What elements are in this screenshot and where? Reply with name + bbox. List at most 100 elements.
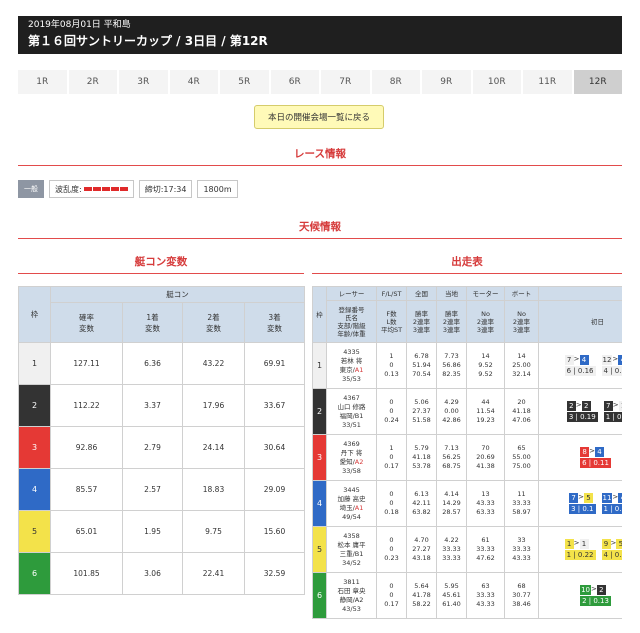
national-rate: 4.70 27.27 43.18 — [406, 526, 437, 573]
race-tab-2r[interactable]: 2R — [68, 70, 117, 94]
race-title: 第１６回サントリーカップ / 3日目 / 第12R — [28, 34, 268, 48]
value-cell: 1.95 — [122, 510, 183, 553]
local-rate-value: 56.86 — [442, 361, 461, 369]
distance-chip: 1800m — [197, 180, 238, 198]
deadline-chip: 締切:17:34 — [138, 180, 193, 198]
national-rate: 5.06 27.37 51.58 — [406, 388, 437, 435]
fl-st: 1 0 0.17 — [376, 434, 407, 481]
racer-reg: 3445 — [343, 485, 360, 494]
race-tab-4r[interactable]: 4R — [169, 70, 218, 94]
sub-header: 登録番号 氏名 支部/階級 年齢/体重 — [326, 300, 377, 343]
racer-reg: 4358 — [343, 531, 360, 540]
race-info-title: レース情報 — [294, 148, 346, 160]
race-tab-5r[interactable]: 5R — [220, 70, 269, 94]
racer-cell: 3445 加藤 高史 埼玉/A1 49/54 — [326, 480, 377, 527]
race-tab-12r[interactable]: 12R — [573, 70, 622, 94]
fl-st-value: 0.23 — [384, 554, 399, 562]
fl-st-value: 0.13 — [384, 370, 399, 378]
boat-rate-value: 47.06 — [512, 416, 531, 424]
race-tab-10r[interactable]: 10R — [472, 70, 521, 94]
value-cell: 32.59 — [244, 552, 305, 595]
race-tab-8r[interactable]: 8R — [371, 70, 420, 94]
entry-table-container[interactable]: 枠レーサー F/L/ST 全国 当地 モーター ボート 登録番号 氏名 支部/階級 年齢/… — [312, 286, 622, 633]
table-row: 1 4335 若林 将東京/A1 35/53 1 0 0.13 6.78 51.94 70.54 7… — [312, 342, 622, 389]
motor-rate: 13 43.33 63.33 — [466, 480, 505, 527]
race-tab-6r[interactable]: 6R — [270, 70, 319, 94]
racer-branch: 福岡/B1 — [328, 411, 376, 421]
branch-text: 東京/ — [339, 365, 355, 374]
racer-reg: 3811 — [343, 577, 360, 586]
local-rate-value: 5.95 — [444, 582, 459, 590]
record-course: 5 — [583, 493, 593, 503]
motor-rate: 61 33.33 47.62 — [466, 526, 505, 573]
record-st: 3 | 0.19 — [566, 412, 598, 422]
record-course: 4 — [594, 447, 604, 457]
col-header: ボート — [504, 286, 539, 301]
wave-bars — [83, 187, 128, 191]
motor-rate-value: 13 — [481, 490, 490, 498]
national-rate-value: 53.78 — [412, 462, 431, 470]
racer-name: 石田 章央 — [337, 586, 366, 595]
racer-reg: 4369 — [343, 439, 360, 448]
record-st: 4 | 0.18 — [601, 366, 622, 376]
racer-cell: 4358 松本 庸平 三重/B1 34/52 — [326, 526, 377, 573]
national-rate: 6.78 51.94 70.54 — [406, 342, 437, 389]
table-row: 1 127.11 6.36 43.22 69.91 — [18, 342, 305, 385]
local-rate-value: 82.35 — [442, 370, 461, 378]
day1-record: 1 > 11 | 0.229 > 54 | 0.17 — [538, 526, 622, 573]
national-rate-value: 5.64 — [414, 582, 429, 590]
record-start: 11 — [601, 493, 613, 503]
boat-rate-value: 75.00 — [512, 462, 531, 470]
table-row: 6 101.85 3.06 22.41 32.59 — [18, 552, 305, 595]
record-start: 1 — [564, 539, 574, 549]
waku-cell: 5 — [312, 526, 327, 573]
col-header: モーター — [466, 286, 505, 301]
race-tab-7r[interactable]: 7R — [321, 70, 370, 94]
motor-rate-value: 43.33 — [476, 600, 495, 608]
record-st: 1 | 0.2 — [601, 504, 622, 514]
record-start: 7 — [569, 493, 579, 503]
wave-label: 波乱度: — [55, 184, 82, 194]
racer-age: 49/54 — [342, 512, 361, 521]
value-cell: 18.83 — [182, 468, 245, 511]
racer-branch: 静岡/A2 — [328, 596, 376, 605]
race-tab-11r[interactable]: 11R — [523, 70, 572, 94]
local-rate: 7.13 56.25 68.75 — [436, 434, 467, 481]
fl-st-value: 0 — [389, 453, 394, 461]
motor-rate-value: 11.54 — [476, 407, 495, 415]
waku-cell: 2 — [18, 384, 51, 427]
back-to-venues-button[interactable]: 本日の開催会場一覧に戻る — [254, 105, 384, 129]
race-tab-9r[interactable]: 9R — [422, 70, 471, 94]
motor-rate-value: 41.38 — [476, 462, 495, 470]
race-tab-1r[interactable]: 1R — [18, 70, 67, 94]
fl-st-value: 0 — [389, 361, 394, 369]
motor-rate: 63 33.33 43.33 — [466, 572, 505, 619]
racer-branch: 東京/A1 — [328, 365, 376, 375]
boat-rate: 33 33.33 43.33 — [504, 526, 539, 573]
boat-rate-value: 32.14 — [512, 370, 531, 378]
motor-rate-value: 19.23 — [476, 416, 495, 424]
national-rate: 6.13 42.11 63.82 — [406, 480, 437, 527]
waku-cell: 1 — [18, 342, 51, 385]
record-block: 11 > 41 | 0.2 — [600, 493, 622, 514]
racer-age: 33/51 — [342, 420, 361, 429]
race-tabs: 1R 2R 3R 4R 5R 6R 7R 8R 9R 10R 11R 12R — [18, 70, 622, 94]
branch-text: 福岡/B1 — [339, 411, 364, 420]
racer-branch: 愛知/A2 — [328, 458, 376, 467]
value-cell: 69.91 — [244, 342, 305, 385]
racer-age: 43/53 — [342, 604, 361, 613]
record-block: 7 > 46 | 0.16 — [563, 355, 596, 376]
race-tab-3r[interactable]: 3R — [119, 70, 168, 94]
national-rate-value: 58.22 — [412, 600, 431, 608]
record-start: 12 — [601, 355, 613, 365]
boat-rate-value: 33 — [517, 536, 526, 544]
fl-st-value: 1 — [389, 444, 394, 452]
motor-rate-value: 63.33 — [476, 508, 495, 516]
record-st: 1 | 0.22 — [564, 550, 596, 560]
national-rate: 5.64 41.78 58.22 — [406, 572, 437, 619]
local-rate-value: 7.73 — [444, 352, 459, 360]
racer-name: 丹下 将 — [340, 448, 363, 457]
value-cell: 9.75 — [182, 510, 245, 553]
motor-rate-value: 43.33 — [476, 499, 495, 507]
local-rate-value: 4.14 — [444, 490, 459, 498]
